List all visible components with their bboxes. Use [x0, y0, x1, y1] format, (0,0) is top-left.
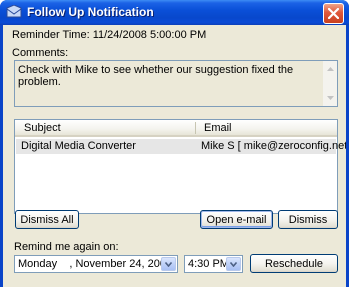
column-header-email[interactable]: Email: [204, 122, 232, 134]
comments-text: Check with Mike to see whether our sugge…: [18, 64, 294, 88]
date-value: Monday , November 24, 2008: [18, 258, 173, 270]
chevron-down-icon: [165, 261, 172, 267]
scroll-up-arrow-icon[interactable]: [324, 63, 336, 75]
scroll-down-arrow-icon[interactable]: [324, 92, 336, 104]
dismiss-button[interactable]: Dismiss: [278, 210, 338, 229]
follow-up-notification-window: Follow Up Notification Reminder Time: 11…: [0, 0, 349, 287]
column-divider[interactable]: [195, 122, 196, 134]
dialog-body: Reminder Time: 11/24/2008 5:00:00 PM Com…: [3, 25, 349, 287]
list-item-subject: Digital Media Converter: [21, 140, 136, 152]
chevron-down-icon: [230, 261, 237, 267]
time-value: 4:30 PM: [188, 258, 229, 270]
window-title: Follow Up Notification: [27, 5, 154, 19]
comments-scrollbar[interactable]: [323, 61, 337, 106]
comments-textbox[interactable]: Check with Mike to see whether our sugge…: [14, 60, 338, 107]
date-dropdown-button[interactable]: [161, 257, 176, 271]
list-header: Subject Email: [15, 120, 337, 137]
remind-again-label: Remind me again on:: [14, 241, 119, 253]
title-bar[interactable]: Follow Up Notification: [0, 0, 349, 25]
time-picker[interactable]: 4:30 PM: [184, 255, 243, 273]
reminder-time-label: Reminder Time: 11/24/2008 5:00:00 PM: [12, 29, 207, 41]
time-dropdown-button[interactable]: [226, 257, 241, 271]
close-button[interactable]: [323, 3, 344, 24]
dismiss-all-button[interactable]: Dismiss All: [15, 210, 79, 229]
column-header-subject[interactable]: Subject: [24, 122, 61, 134]
open-email-button[interactable]: Open e-mail: [200, 210, 273, 229]
reminders-list[interactable]: Subject Email Digital Media Converter Mi…: [14, 119, 349, 214]
list-item[interactable]: Digital Media Converter Mike S [ mike@ze…: [16, 139, 349, 154]
comments-label: Comments:: [12, 47, 69, 59]
reschedule-button[interactable]: Reschedule: [250, 254, 338, 273]
close-icon: [328, 8, 339, 19]
list-item-email: Mike S [ mike@zeroconfig.net ]: [201, 140, 349, 152]
date-picker[interactable]: Monday , November 24, 2008: [14, 255, 178, 273]
envelope-icon: [6, 5, 22, 18]
window-border-left: [0, 25, 3, 287]
